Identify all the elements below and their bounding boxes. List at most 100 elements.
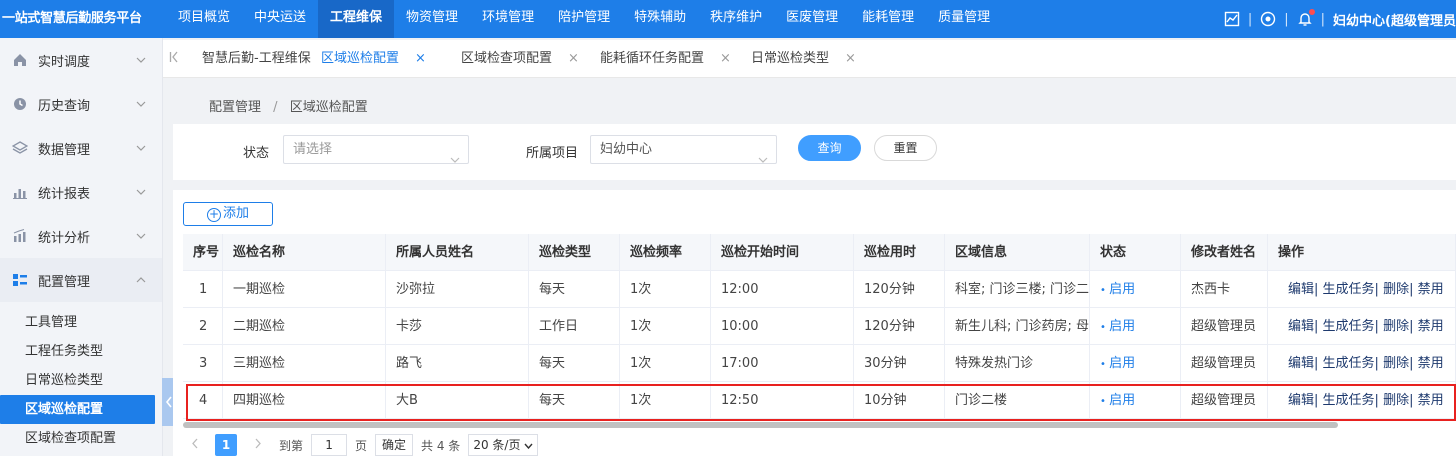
column-header: 巡检类型 [529,234,620,271]
goto-page-input[interactable]: 1 [311,434,348,456]
top-nav-item[interactable]: 环境管理 [470,0,546,38]
add-button-label: 添加 [222,206,249,221]
table-cell: 特殊发热门诊 [945,345,1090,382]
goto-confirm-button[interactable]: 确定 [375,434,414,456]
page-size-select[interactable]: 20 条/页 [468,434,539,456]
action-link[interactable]: 删除 [1383,282,1409,297]
dashboard-icon[interactable] [1260,11,1276,27]
table-cell: 新生儿科; 门诊药房; 母婴 [945,308,1090,345]
next-page-icon[interactable] [247,434,269,456]
action-link[interactable]: 删除 [1383,356,1409,371]
home-icon [12,52,28,68]
row-actions: 编辑| 生成任务| 删除| 禁用 [1268,382,1456,419]
table-cell: 二期巡检 [223,308,386,345]
table-cell: 10分钟 [854,382,945,419]
status-dot-icon: • [1100,322,1110,333]
status-select[interactable]: 请选择 [283,135,469,164]
action-link[interactable]: 禁用 [1418,356,1444,371]
reset-button[interactable]: 重置 [874,135,937,161]
top-nav-item[interactable]: 能耗管理 [850,0,926,38]
goto-label: 到第 [279,438,304,453]
tab-item[interactable]: 能耗循环任务配置 × [600,40,731,78]
action-link[interactable]: 生成任务 [1323,319,1375,334]
column-header: 序号 [183,234,223,271]
chevron-down-icon [136,228,146,243]
action-link[interactable]: 编辑 [1288,319,1314,334]
top-nav-item[interactable]: 秩序维护 [698,0,774,38]
top-nav-item[interactable]: 物资管理 [394,0,470,38]
row-actions: 编辑| 生成任务| 删除| 禁用 [1268,345,1456,382]
action-link[interactable]: 编辑 [1288,393,1314,408]
close-icon[interactable]: × [720,40,731,78]
column-header: 巡检名称 [223,234,386,271]
table-cell: 1次 [620,308,711,345]
trend-chart-icon[interactable] [1224,11,1240,27]
status-text: 启用 [1109,282,1136,297]
user-menu[interactable]: 妇幼中心(超级管理员 [1333,10,1456,29]
top-nav-item[interactable]: 中央运送 [242,0,318,38]
horizontal-scrollbar[interactable] [183,422,1338,428]
sidebar-group-label: 统计报表 [38,186,91,202]
status-dot-icon: • [1100,396,1110,407]
sidebar-group-home[interactable]: 实时调度 [0,38,162,82]
grid-icon [12,272,28,288]
action-link[interactable]: 生成任务 [1323,393,1375,408]
chevron-down-icon [450,146,460,173]
sidebar-group-grid[interactable]: 配置管理 [0,258,162,302]
action-link[interactable]: 删除 [1383,319,1409,334]
table-cell: 超级管理员 [1181,308,1268,345]
table-cell: 1次 [620,271,711,308]
sidebar-group-label: 历史查询 [38,98,91,114]
sidebar-group-bar-chart[interactable]: 统计报表 [0,170,162,214]
row-index-cell: 4 [183,382,223,419]
breadcrumb-parent[interactable]: 配置管理 [209,100,261,115]
action-link[interactable]: 删除 [1383,393,1409,408]
close-icon[interactable]: × [568,40,579,78]
plus-circle-icon: + [206,207,221,222]
page-number-current[interactable]: 1 [215,434,237,456]
sidebar-group-layers[interactable]: 数据管理 [0,126,162,170]
add-button[interactable]: + 添加 [183,202,273,226]
bell-icon[interactable] [1297,9,1315,27]
project-select[interactable]: 妇幼中心 [590,135,777,164]
sidebar-group-analysis[interactable]: 统计分析 [0,214,162,258]
top-nav-item[interactable]: 医废管理 [774,0,850,38]
top-right-tools: | | | 妇幼中心(超级管理员 [1224,0,1456,38]
status-text: 启用 [1109,393,1136,408]
top-nav-item[interactable]: 陪护管理 [546,0,622,38]
tab-item[interactable]: 区域巡检配置 × [321,40,426,78]
tab-scroll-left-icon[interactable] [169,51,179,67]
query-button[interactable]: 查询 [798,135,861,161]
tab-item[interactable]: 区域检查项配置 × [461,40,579,78]
table-cell: 每天 [529,271,620,308]
close-icon[interactable]: × [415,40,426,78]
sidebar-item[interactable]: 区域检查项配置 [0,424,162,453]
action-link[interactable]: 禁用 [1418,393,1444,408]
top-nav-item[interactable]: 质量管理 [926,0,1002,38]
sidebar-item[interactable]: 工程任务类型 [0,337,162,366]
action-link[interactable]: 生成任务 [1323,282,1375,297]
table-cell: 1次 [620,345,711,382]
tab-item[interactable]: 日常巡检类型 × [751,40,856,78]
action-link[interactable]: 禁用 [1418,319,1444,334]
tab-item[interactable]: 智慧后勤-工程维保 [202,40,311,78]
bar-chart-icon [12,184,28,200]
top-nav-item[interactable]: 特殊辅助 [622,0,698,38]
prev-page-icon[interactable] [183,434,205,456]
chevron-down-icon [136,184,146,199]
sidebar-item[interactable]: 区域巡检配置 [0,395,155,424]
row-index-cell: 2 [183,308,223,345]
top-nav-item[interactable]: 项目概览 [166,0,242,38]
platform-title: 一站式智慧后勤服务平台 [2,11,142,26]
sidebar-item[interactable]: 日常巡检类型 [0,366,162,395]
breadcrumb-current: 区域巡检配置 [289,100,368,115]
sidebar-group-history[interactable]: 历史查询 [0,82,162,126]
action-link[interactable]: 编辑 [1288,356,1314,371]
sidebar-item[interactable]: 工具管理 [0,308,162,337]
action-link[interactable]: 禁用 [1418,282,1444,297]
action-link[interactable]: 生成任务 [1323,356,1375,371]
action-link[interactable]: 编辑 [1288,282,1314,297]
tab-label: 区域巡检配置 [321,51,400,66]
close-icon[interactable]: × [845,40,856,78]
top-nav-item[interactable]: 工程维保 [318,0,395,38]
